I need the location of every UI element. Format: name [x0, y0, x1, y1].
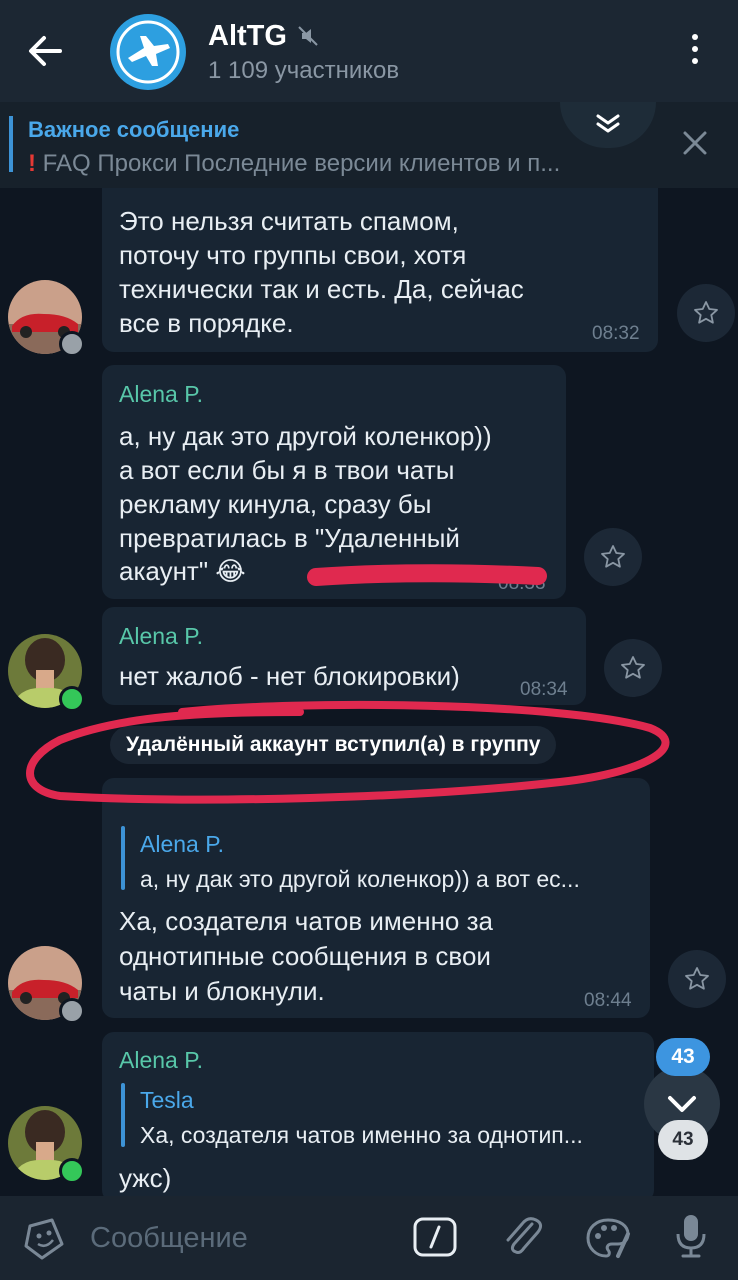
sticker-icon[interactable] — [22, 1216, 70, 1262]
unread-count-badge: 43 — [656, 1038, 710, 1076]
slash-command-icon[interactable] — [412, 1216, 458, 1258]
mic-icon[interactable] — [674, 1212, 708, 1260]
attach-icon[interactable] — [500, 1214, 544, 1260]
message-input[interactable]: Сообщение — [90, 1222, 248, 1255]
red-annotation-strokes — [26, 564, 670, 804]
palette-icon[interactable] — [584, 1214, 632, 1262]
mention-count-badge[interactable]: 43 — [658, 1120, 708, 1160]
